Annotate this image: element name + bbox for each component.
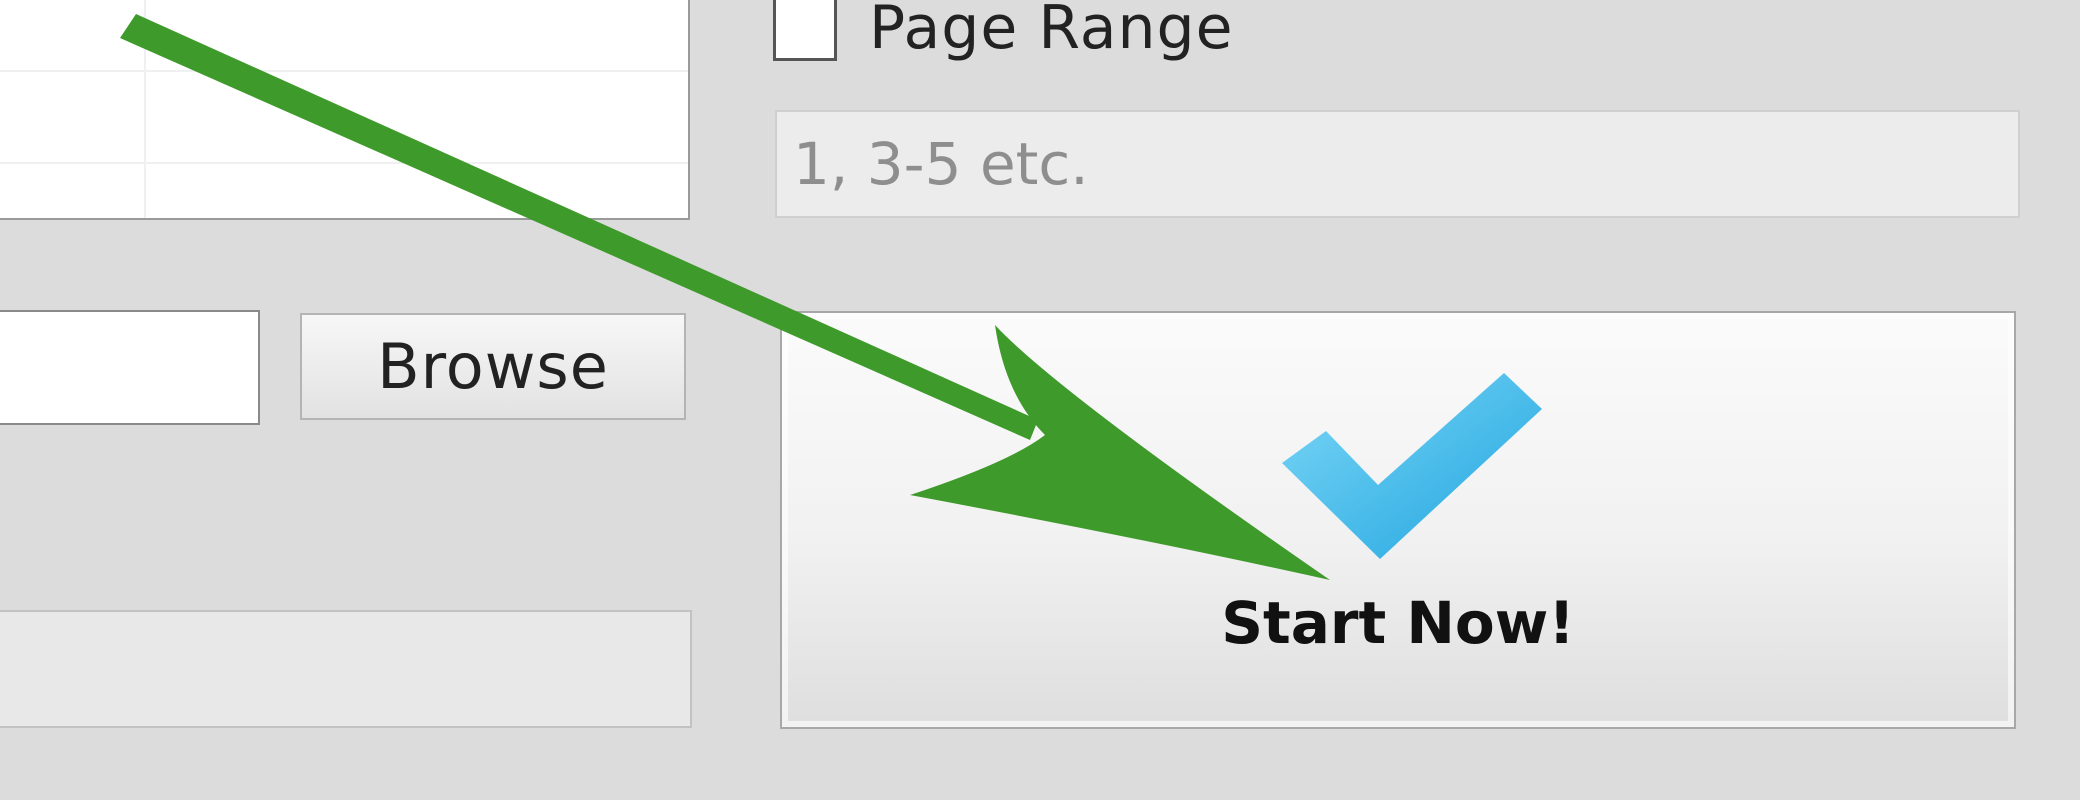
page-range-input[interactable] [775, 110, 2020, 218]
start-now-label: Start Now! [1221, 589, 1575, 657]
file-list[interactable] [0, 0, 690, 220]
status-field [0, 610, 692, 728]
checkmark-icon [1282, 373, 1542, 559]
page-range-checkbox[interactable] [773, 0, 837, 61]
start-now-button[interactable]: Start Now! [780, 311, 2016, 729]
file-list-row-divider [0, 70, 688, 72]
output-path-input[interactable] [0, 310, 260, 425]
browse-button[interactable]: Browse [300, 313, 686, 420]
page-range-label: Page Range [869, 0, 1234, 63]
file-list-column-divider [144, 0, 146, 218]
converter-window: Browse Page Range Start Now! [0, 0, 2080, 800]
file-list-row-divider [0, 162, 688, 164]
page-range-option[interactable]: Page Range [773, 0, 1234, 63]
